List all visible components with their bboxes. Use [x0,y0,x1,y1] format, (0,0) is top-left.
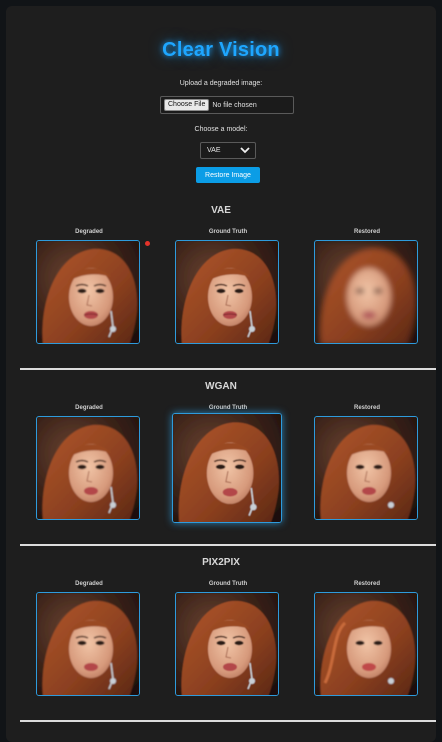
file-status-text: No file chosen [212,101,257,109]
red-dot-indicator [145,241,150,246]
restored-image [314,240,418,344]
column-label-restored: Restored [353,581,380,587]
column-label-degraded: Degraded [75,581,103,587]
degraded-image [36,416,140,520]
ground-truth-image [175,240,279,344]
model-label: Choose a model: [194,126,248,133]
column-label-restored: Restored [353,229,380,235]
chevron-down-icon [240,147,250,154]
ground-truth-image [175,592,279,696]
restore-image-button[interactable]: Restore Image [196,167,260,183]
section-divider [20,368,436,370]
degraded-image [36,240,140,344]
column-label-ground-truth: Ground Truth [208,581,248,587]
column-label-ground-truth: Ground Truth [208,405,248,411]
section-title: VAE [211,205,231,216]
section-title: PIX2PIX [202,557,240,568]
restored-image [314,592,418,696]
upload-label: Upload a degraded image: [179,80,263,87]
file-input[interactable]: Choose File No file chosen [160,96,294,114]
model-select-value: VAE [207,147,221,154]
section-title: WGAN [205,381,237,392]
degraded-image [36,592,140,696]
column-label-degraded: Degraded [75,229,103,235]
column-label-ground-truth: Ground Truth [208,229,248,235]
app-title: Clear Vision [162,39,280,61]
section-divider [20,720,436,722]
ground-truth-image [172,413,282,523]
section-divider [20,544,436,546]
column-label-restored: Restored [353,405,380,411]
app-window: Clear Vision Upload a degraded image: Ch… [6,6,436,742]
restored-image [314,416,418,520]
choose-file-button[interactable]: Choose File [164,99,210,111]
column-label-degraded: Degraded [75,405,103,411]
model-select[interactable]: VAE [200,142,256,159]
